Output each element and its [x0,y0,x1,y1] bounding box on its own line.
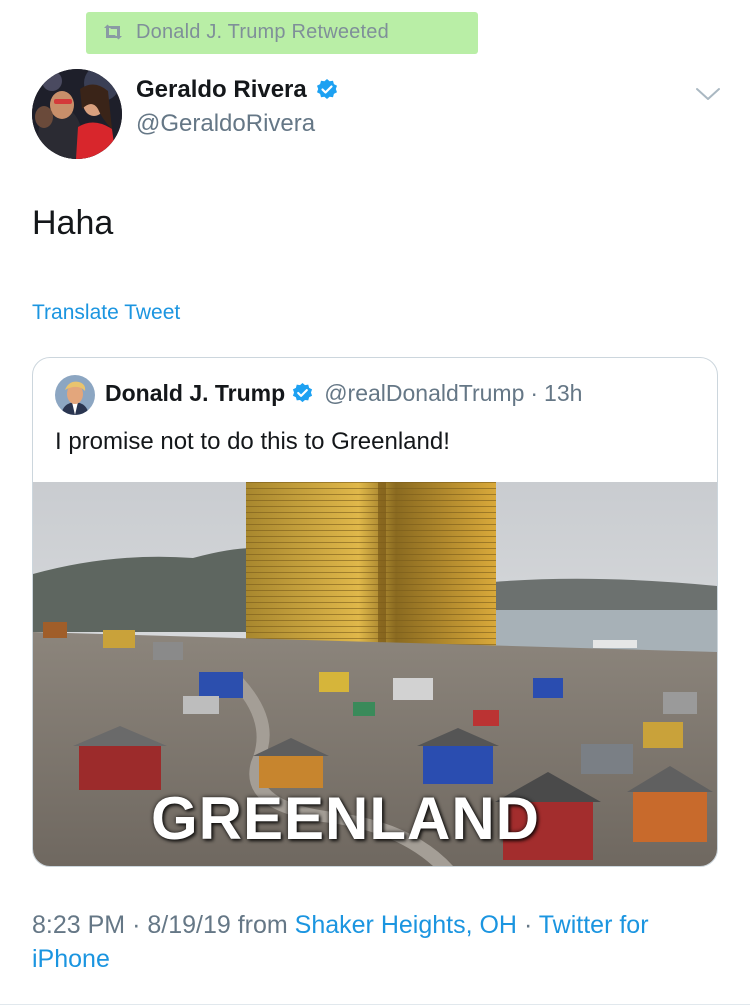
avatar-photo [32,69,122,159]
retweet-icon [104,24,122,40]
image-caption-greenland: GREENLAND [151,785,541,852]
quoted-author-handle[interactable]: @realDonaldTrump [324,380,524,407]
verified-badge-icon [316,79,337,99]
footer-separator: · [132,911,141,939]
from-label: from [237,911,288,939]
tweet-time: 8:23 PM [32,911,126,939]
quoted-tweet-card[interactable]: Donald J. Trump @realDonaldTrump · 13h I… [32,357,718,867]
footer-separator: · [523,911,533,939]
quoted-author-avatar[interactable] [55,375,95,415]
quoted-tweet-header: Donald J. Trump @realDonaldTrump · 13h [105,380,582,407]
meta-separator: · [530,380,539,406]
quoted-tweet-time[interactable]: 13h [544,380,582,407]
verified-badge-icon [293,382,313,403]
retweet-label: Donald J. Trump Retweeted [136,20,389,43]
author-display-name[interactable]: Geraldo Rivera [136,76,307,104]
quoted-author-name[interactable]: Donald J. Trump [105,380,285,407]
author-handle[interactable]: @GeraldoRivera [136,110,315,138]
quoted-tweet-text: I promise not to do this to Greenland! [55,428,450,455]
author-name-row[interactable]: Geraldo Rivera [136,76,339,104]
author-avatar[interactable] [32,69,122,159]
tweet-footer: 8:23 PM · 8/19/19 from Shaker Heights, O… [32,908,722,976]
retweet-context[interactable]: Donald J. Trump Retweeted [102,19,389,45]
tweet-text: Haha [32,204,114,242]
chevron-down-icon[interactable] [695,86,721,102]
translate-tweet-link[interactable]: Translate Tweet [32,301,180,325]
location-link[interactable]: Shaker Heights, OH [295,911,517,939]
tweet-date: 8/19/19 [147,911,231,939]
quoted-tweet-image[interactable]: GREENLAND [33,482,717,866]
quoted-avatar-photo [55,375,95,415]
bottom-divider [0,1004,750,1005]
